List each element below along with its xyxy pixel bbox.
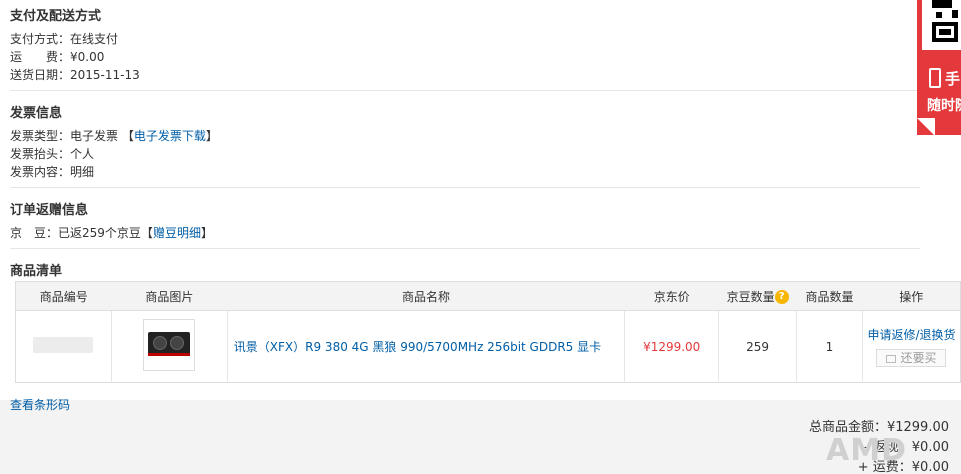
divider bbox=[10, 90, 920, 91]
beans-row: 京 豆：已返259个京豆【赠豆明细】 bbox=[10, 226, 213, 240]
action-cell: 申请返修/退换货 还要买 bbox=[862, 311, 960, 383]
col-price: 京东价 bbox=[624, 281, 719, 311]
qr-code-icon bbox=[922, 0, 961, 50]
product-name-link[interactable]: 讯景（XFX）R9 380 4G 黑狼 990/5700MHz 256bit G… bbox=[234, 340, 601, 354]
image-cell bbox=[111, 310, 228, 383]
invoice-type-value: 电子发票 bbox=[70, 129, 119, 143]
invoice-header-label: 发票抬头： bbox=[10, 147, 71, 161]
product-beans: 259 bbox=[746, 339, 770, 354]
invoice-type-row: 发票类型：电子发票 【电子发票下载】 bbox=[10, 129, 218, 143]
payment-method-value: 在线支付 bbox=[70, 32, 119, 46]
mobile-app-ad[interactable]: 手 随时随 bbox=[917, 0, 961, 135]
graphics-card-icon bbox=[148, 332, 191, 356]
product-price: ¥1299.00 bbox=[643, 339, 701, 354]
payment-section: 支付及配送方式 支付方式：在线支付 运 费：¥0.00 送货日期：2015-11… bbox=[10, 5, 920, 84]
col-image: 商品图片 bbox=[111, 281, 228, 311]
divider bbox=[10, 187, 920, 188]
payment-method-label: 支付方式： bbox=[10, 32, 71, 46]
rebuy-label: 还要买 bbox=[900, 351, 937, 365]
invoice-content-value: 明细 bbox=[70, 165, 95, 179]
invoice-content-label: 发票内容： bbox=[10, 165, 71, 179]
invoice-download-link[interactable]: 电子发票下载 bbox=[134, 129, 206, 143]
col-sku: 商品编号 bbox=[15, 281, 112, 311]
beans-title: 订单返赠信息 bbox=[10, 203, 89, 218]
invoice-type-label: 发票类型： bbox=[10, 129, 71, 143]
beans-section: 订单返赠信息 京 豆：已返259个京豆【赠豆明细】 bbox=[10, 199, 920, 242]
payment-method-row: 支付方式：在线支付 bbox=[10, 30, 920, 48]
freight-row: 运 费：¥0.00 bbox=[10, 48, 920, 66]
summary-area bbox=[0, 400, 961, 474]
name-cell: 讯景（XFX）R9 380 4G 黑狼 990/5700MHz 256bit G… bbox=[227, 310, 626, 383]
ad-line1: 手 bbox=[945, 70, 961, 88]
invoice-section: 发票信息 发票类型：电子发票 【电子发票下载】 发票抬头：个人 发票内容：明细 bbox=[10, 102, 920, 181]
goods-table: 商品编号 商品图片 商品名称 京东价 京豆数量? 商品数量 操作 讯景（XFX）… bbox=[15, 281, 961, 383]
beans-cell: 259 bbox=[718, 310, 798, 383]
phone-icon bbox=[929, 68, 941, 88]
divider bbox=[10, 248, 920, 249]
invoice-header-value: 个人 bbox=[70, 147, 95, 161]
beans-label: 京 豆： bbox=[10, 226, 59, 240]
goods-table-header: 商品编号 商品图片 商品名称 京东价 京豆数量? 商品数量 操作 bbox=[15, 281, 961, 311]
product-quantity: 1 bbox=[825, 339, 834, 354]
beans-value: 已返259个京豆 bbox=[58, 226, 141, 240]
sku-cell bbox=[15, 310, 112, 383]
sku-blurred bbox=[33, 337, 94, 353]
freight-value: ¥0.00 bbox=[70, 50, 105, 64]
rebuy-button[interactable]: 还要买 bbox=[876, 349, 947, 367]
table-row: 讯景（XFX）R9 380 4G 黑狼 990/5700MHz 256bit G… bbox=[15, 310, 961, 383]
col-beans: 京豆数量? bbox=[718, 281, 797, 311]
payment-title: 支付及配送方式 bbox=[10, 9, 102, 24]
col-price-label: 京东价 bbox=[653, 289, 690, 304]
ad-line2: 随时随 bbox=[927, 98, 961, 114]
delivery-date-row: 送货日期：2015-11-13 bbox=[10, 66, 920, 84]
invoice-title: 发票信息 bbox=[10, 106, 63, 121]
invoice-header-row: 发票抬头：个人 bbox=[10, 145, 920, 163]
ad-corner bbox=[917, 118, 935, 135]
product-image[interactable] bbox=[143, 319, 196, 371]
barcode-link[interactable]: 查看条形码 bbox=[10, 396, 70, 413]
goods-title: 商品清单 bbox=[10, 264, 63, 279]
delivery-date-value: 2015-11-13 bbox=[70, 68, 140, 82]
delivery-date-label: 送货日期： bbox=[10, 68, 71, 82]
col-beans-label: 京豆数量 bbox=[726, 289, 775, 304]
amd-watermark: AMD bbox=[826, 433, 907, 468]
col-action: 操作 bbox=[862, 281, 961, 311]
repair-return-link[interactable]: 申请返修/退换货 bbox=[867, 328, 955, 342]
freight-label: 运 费： bbox=[10, 50, 71, 64]
beans-detail-link[interactable]: 赠豆明细 bbox=[153, 226, 201, 240]
invoice-content-row: 发票内容：明细 bbox=[10, 163, 920, 181]
goods-section: 商品清单 bbox=[10, 260, 920, 279]
cart-icon bbox=[886, 354, 897, 363]
col-name: 商品名称 bbox=[227, 281, 625, 311]
col-quantity: 商品数量 bbox=[796, 281, 863, 311]
help-icon[interactable]: ? bbox=[774, 290, 789, 304]
price-cell: ¥1299.00 bbox=[624, 310, 720, 383]
quantity-cell: 1 bbox=[796, 310, 863, 383]
